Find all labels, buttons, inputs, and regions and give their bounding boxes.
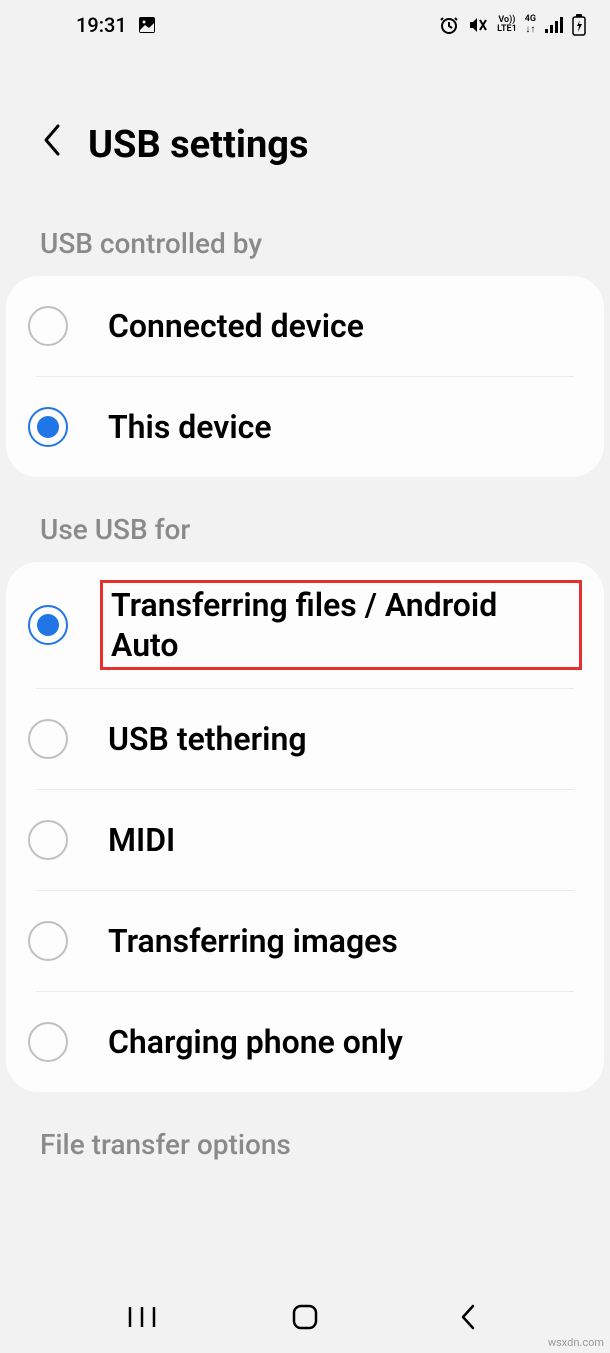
image-icon [137,15,157,35]
radio-icon [28,921,68,961]
option-label: Connected device [108,306,364,346]
radio-icon [28,407,68,447]
option-connected-device[interactable]: Connected device [6,276,604,376]
radio-icon [28,605,68,645]
mute-vibrate-icon [467,15,489,35]
option-usb-tethering[interactable]: USB tethering [6,689,604,789]
signal-icon [544,16,564,34]
option-label: Transferring files / Android Auto [100,580,582,670]
volte-icon: Vo)) LTE1 [497,16,517,34]
nav-home[interactable] [275,1297,335,1337]
header: USB settings [0,50,610,199]
network-4g-icon: 4G ↓↑ [525,15,536,35]
option-label: Transferring images [108,921,398,961]
nav-recents[interactable] [112,1297,172,1337]
page-title: USB settings [88,123,309,167]
status-time: 19:31 [76,13,127,37]
status-bar: 19:31 Vo)) LTE1 4G ↓↑ [0,0,610,50]
back-icon[interactable] [40,122,64,167]
nav-back[interactable] [438,1297,498,1337]
radio-icon [28,719,68,759]
status-left: 19:31 [76,13,157,37]
radio-icon [28,1022,68,1062]
card-use-for: Transferring files / Android Auto USB te… [6,562,604,1092]
nav-bar [0,1281,610,1353]
option-this-device[interactable]: This device [6,377,604,477]
option-charging-only[interactable]: Charging phone only [6,992,604,1092]
section-label-controlled-by: USB controlled by [0,199,610,276]
option-label: This device [108,407,272,447]
radio-icon [28,820,68,860]
section-label-file-transfer: File transfer options [0,1100,610,1177]
card-controlled-by: Connected device This device [6,276,604,477]
option-transferring-files[interactable]: Transferring files / Android Auto [6,562,604,688]
option-label: USB tethering [108,719,307,759]
battery-charging-icon [572,14,586,36]
option-transferring-images[interactable]: Transferring images [6,891,604,991]
radio-icon [28,306,68,346]
section-label-use-for: Use USB for [0,485,610,562]
alarm-icon [439,15,459,35]
option-midi[interactable]: MIDI [6,790,604,890]
watermark: wsxdn.com [548,1336,604,1349]
status-right: Vo)) LTE1 4G ↓↑ [439,14,586,36]
option-label: MIDI [108,820,175,860]
option-label: Charging phone only [108,1022,403,1062]
